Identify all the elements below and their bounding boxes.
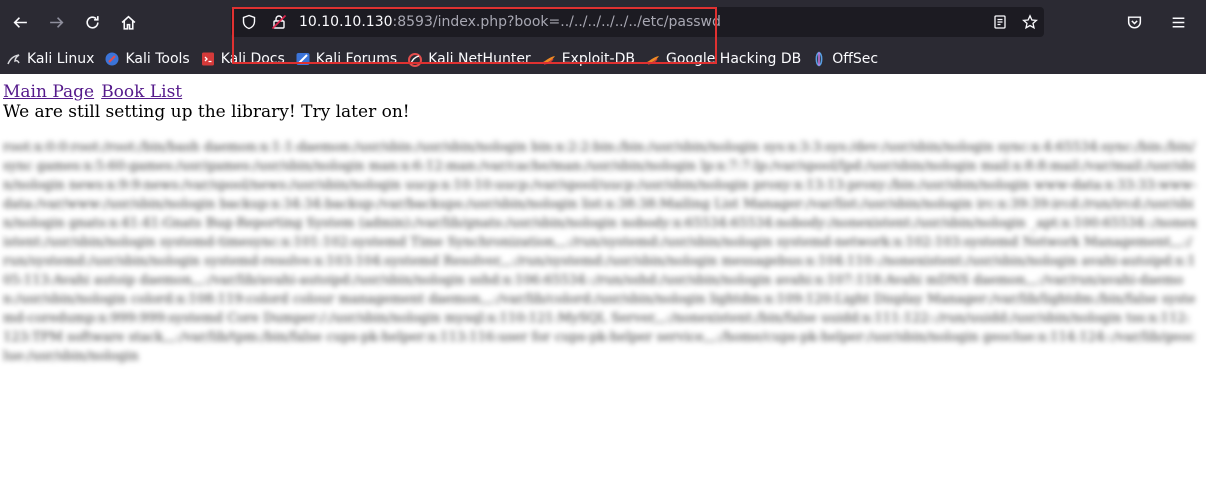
bookmarks-toolbar: Kali Linux Kali Tools Kali Docs Kali For… xyxy=(0,44,1206,74)
bookmark-label: Kali Linux xyxy=(27,51,95,67)
pocket-icon xyxy=(1127,15,1141,29)
back-button[interactable] xyxy=(2,4,38,40)
tracking-shield-icon[interactable] xyxy=(241,14,257,30)
bookmark-label: Kali Docs xyxy=(220,51,285,67)
bookmark-exploit-db[interactable]: Exploit-DB xyxy=(541,51,635,67)
home-button[interactable] xyxy=(110,4,146,40)
bookmark-label: Exploit-DB xyxy=(561,51,635,67)
bookmark-label: Kali Forums xyxy=(315,51,398,67)
bookmark-kali-nethunter[interactable]: Kali NetHunter xyxy=(407,51,531,67)
toolbar-right xyxy=(1116,4,1196,40)
url-path: :8593/index.php?book=../../../../../../e… xyxy=(392,14,721,30)
navigation-toolbar: 10.10.10.130:8593/index.php?book=../../.… xyxy=(0,0,1206,44)
book-list-link[interactable]: Book List xyxy=(101,82,182,102)
ghdb-icon xyxy=(646,56,659,65)
bookmark-offsec[interactable]: OffSec xyxy=(811,51,878,67)
bookmark-kali-tools[interactable]: Kali Tools xyxy=(104,51,190,67)
library-notice: We are still setting up the library! Try… xyxy=(3,102,410,122)
reload-icon xyxy=(85,15,99,29)
kali-docs-icon xyxy=(201,52,214,66)
app-menu-button[interactable] xyxy=(1160,4,1196,40)
forward-button[interactable] xyxy=(38,4,74,40)
bookmark-label: OffSec xyxy=(832,51,879,67)
offsec-icon xyxy=(815,51,823,67)
reload-button[interactable] xyxy=(74,4,110,40)
bookmark-label: Google Hacking DB xyxy=(665,51,802,67)
pocket-button[interactable] xyxy=(1116,4,1152,40)
nethunter-icon xyxy=(408,53,423,67)
passwd-file-output: root:x:0:0:root:/root:/bin/bash daemon:x… xyxy=(3,140,1198,364)
home-icon xyxy=(121,15,135,30)
bookmark-kali-linux[interactable]: Kali Linux xyxy=(6,51,94,67)
kali-tools-icon xyxy=(105,52,119,66)
bookmark-label: Kali NetHunter xyxy=(428,51,531,67)
back-arrow-icon xyxy=(13,16,27,28)
hamburger-menu-icon xyxy=(1172,16,1184,28)
forward-arrow-icon xyxy=(49,16,63,28)
browser-chrome: 10.10.10.130:8593/index.php?book=../../.… xyxy=(0,0,1206,74)
main-page-link[interactable]: Main Page xyxy=(3,82,94,102)
reader-view-icon[interactable] xyxy=(992,14,1008,30)
page-content: Main Page Book List We are still setting… xyxy=(0,74,1206,366)
insecure-lock-icon[interactable] xyxy=(271,14,287,30)
url-host: 10.10.10.130 xyxy=(299,14,393,30)
url-text[interactable]: 10.10.10.130:8593/index.php?book=../../.… xyxy=(299,14,721,30)
address-bar[interactable]: 10.10.10.130:8593/index.php?book=../../.… xyxy=(231,7,1044,37)
urlbar-actions xyxy=(992,7,1038,37)
bookmark-google-hacking-db[interactable]: Google Hacking DB xyxy=(645,51,801,67)
bookmark-star-icon[interactable] xyxy=(1022,14,1038,30)
bookmark-kali-docs[interactable]: Kali Docs xyxy=(200,51,285,67)
bookmark-label: Kali Tools xyxy=(125,51,190,67)
site-nav: Main Page Book List xyxy=(3,82,1203,102)
bookmark-kali-forums[interactable]: Kali Forums xyxy=(295,51,397,67)
exploit-db-icon xyxy=(542,56,555,65)
kali-forums-icon xyxy=(296,53,310,65)
kali-dragon-icon xyxy=(7,54,20,65)
